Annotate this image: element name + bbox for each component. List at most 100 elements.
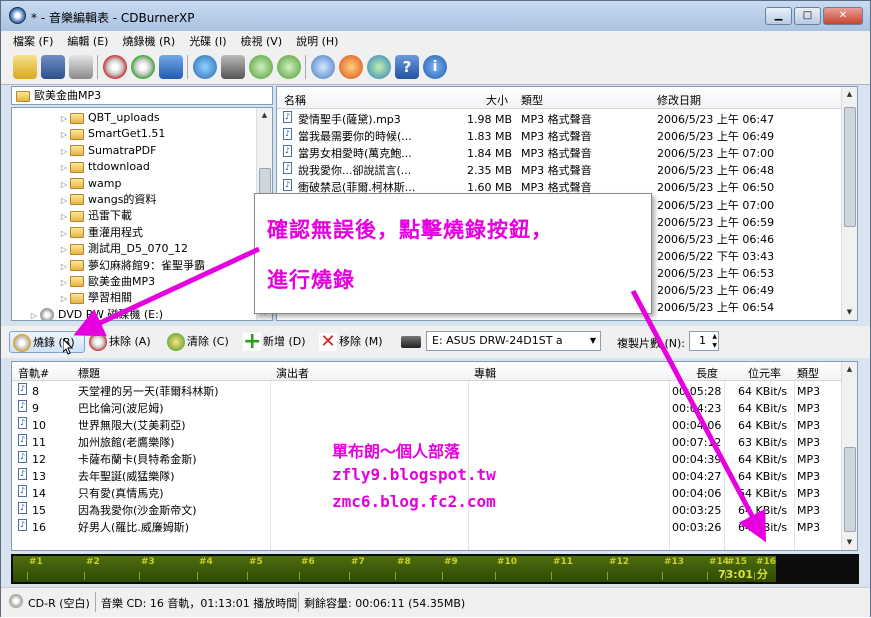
expand-arrow-icon[interactable]: ▷: [58, 291, 70, 307]
track-bitrate: 64 KBit/s: [738, 419, 788, 432]
column-album[interactable]: 專輯: [474, 365, 496, 381]
expand-arrow-icon[interactable]: ▷: [58, 127, 70, 143]
chevron-down-icon[interactable]: ▼: [590, 332, 596, 350]
folder-tree[interactable]: ▷ QBT_uploads ▷ SmartGet1.51 ▷ SumatraPDF ▷ ttd…: [11, 107, 273, 321]
column-track-number[interactable]: 音軌#: [18, 365, 49, 381]
column-size[interactable]: 大小: [486, 92, 508, 108]
menu-disc[interactable]: 光碟 (I): [182, 31, 233, 49]
eject-icon[interactable]: [221, 55, 245, 79]
scroll-down-icon[interactable]: ▼: [842, 535, 857, 550]
minimize-button[interactable]: ▁: [765, 7, 792, 25]
erase-button[interactable]: 抹除 (A): [89, 331, 151, 353]
track-row[interactable]: ♪ 16 好男人(羅比.威廉姆斯) 00:03:26 64 KBit/s MP3: [12, 519, 842, 536]
file-list-scrollbar[interactable]: ▲ ▼: [841, 87, 857, 320]
expand-arrow-icon[interactable]: ▷: [58, 209, 70, 225]
track-marker-label: #10: [497, 557, 518, 567]
column-type[interactable]: 類型: [521, 92, 543, 108]
expand-arrow-icon[interactable]: ▷: [58, 111, 70, 127]
tree-item[interactable]: ▷ 歐美金曲MP3: [58, 274, 272, 290]
scroll-up-icon[interactable]: ▲: [842, 87, 857, 102]
expand-arrow-icon[interactable]: ▷: [58, 144, 70, 160]
tree-item[interactable]: ▷ wangs的資料: [58, 192, 272, 208]
menu-file[interactable]: 檔案 (F): [1, 31, 60, 49]
track-list-scrollbar[interactable]: ▲ ▼: [841, 362, 857, 550]
tree-item[interactable]: ▷ 迅雷下載: [58, 208, 272, 224]
expand-arrow-icon[interactable]: ▷: [58, 226, 70, 242]
tree-item[interactable]: ▷ wamp: [58, 176, 272, 192]
expand-arrow-icon[interactable]: ▷: [58, 275, 70, 291]
burn-button[interactable]: 燒錄 (B): [9, 331, 85, 353]
tree-item[interactable]: ▷ 夢幻麻將館9：雀聖爭霸: [58, 258, 272, 274]
settings-gear-icon[interactable]: [311, 55, 335, 79]
finalize-disc-icon[interactable]: [131, 55, 155, 79]
folder-icon: [70, 161, 84, 173]
menu-help[interactable]: 說明 (H): [289, 31, 345, 49]
close-button[interactable]: ✕: [823, 7, 863, 25]
new-compilation-icon[interactable]: [13, 55, 37, 79]
tree-item[interactable]: ▷ 測試用_D5_070_12: [58, 241, 272, 257]
maximize-button[interactable]: □: [794, 7, 821, 25]
file-row[interactable]: ♪ 當我最需要你的時候(... 1.83 MB MP3 格式聲音 2006/5/23 上…: [277, 128, 857, 145]
up-arrow-icon[interactable]: [277, 55, 301, 79]
column-date[interactable]: 修改日期: [657, 92, 701, 108]
help-icon[interactable]: ?: [395, 55, 419, 79]
expand-arrow-icon[interactable]: ▷: [58, 160, 70, 176]
cd-icon: [9, 594, 23, 608]
menu-edit[interactable]: 編輯 (E): [60, 31, 115, 49]
tree-item[interactable]: ▷ SmartGet1.51: [58, 126, 272, 142]
info-icon[interactable]: i: [423, 55, 447, 79]
track-bitrate: 64 KBit/s: [738, 453, 788, 466]
track-row[interactable]: ♪ 10 世界無限大(艾美莉亞) 00:04:06 64 KBit/s MP3: [12, 417, 842, 434]
refresh-icon[interactable]: [193, 55, 217, 79]
tree-item[interactable]: ▷ QBT_uploads: [58, 110, 272, 126]
drive-select[interactable]: E: ASUS DRW-24D1ST a ▼: [426, 331, 601, 351]
folder-icon: [70, 178, 84, 190]
column-bitrate[interactable]: 位元率: [748, 365, 781, 381]
file-date: 2006/5/23 上午 07:00: [657, 147, 775, 161]
disc-info-icon[interactable]: [159, 55, 183, 79]
scroll-down-icon[interactable]: ▼: [842, 305, 857, 320]
cd-app-icon[interactable]: [9, 7, 26, 24]
web-icon[interactable]: [339, 55, 363, 79]
file-row[interactable]: ♪ 說我愛你...卻說謊言(... 2.35 MB MP3 格式聲音 2006/5/23…: [277, 162, 857, 179]
add-button[interactable]: + 新增 (D): [243, 331, 306, 353]
column-title[interactable]: 標題: [78, 365, 100, 381]
copies-spinner[interactable]: 1 ▲ ▼: [689, 331, 719, 351]
track-row[interactable]: ♪ 8 天堂裡的另一天(菲爾科林斯) 00:05:28 64 KBit/s MP3: [12, 383, 842, 400]
print-icon[interactable]: [69, 55, 93, 79]
file-row[interactable]: ♪ 愛情聖手(薩黛).mp3 1.98 MB MP3 格式聲音 2006/5/23 上午…: [277, 111, 857, 128]
spinner-arrows-icon[interactable]: ▲ ▼: [712, 332, 717, 350]
clear-button[interactable]: 清除 (C): [167, 331, 229, 353]
expand-arrow-icon[interactable]: ▷: [58, 193, 70, 209]
expand-arrow-icon[interactable]: ▷: [58, 242, 70, 258]
column-name[interactable]: 名稱: [284, 92, 306, 108]
expand-arrow-icon[interactable]: ▷: [58, 177, 70, 193]
erase-disc-icon[interactable]: [103, 55, 127, 79]
scroll-thumb[interactable]: [844, 447, 856, 532]
expand-arrow-icon[interactable]: ▷: [58, 259, 70, 275]
save-icon[interactable]: [41, 55, 65, 79]
column-type[interactable]: 類型: [797, 365, 819, 381]
column-length[interactable]: 長度: [696, 365, 718, 381]
scroll-up-icon[interactable]: ▲: [842, 362, 857, 377]
folder-selector[interactable]: 歐美金曲MP3: [11, 86, 273, 105]
scroll-up-icon[interactable]: ▲: [257, 108, 272, 123]
remove-button[interactable]: ✕ 移除 (M): [319, 331, 383, 353]
file-row[interactable]: ♪ 當男女相愛時(萬克鮑... 1.84 MB MP3 格式聲音 2006/5/23 上…: [277, 145, 857, 162]
column-artist[interactable]: 演出者: [276, 365, 309, 381]
tree-item[interactable]: ▷ 重灌用程式: [58, 225, 272, 241]
tree-item[interactable]: ▷ SumatraPDF: [58, 143, 272, 159]
menu-view[interactable]: 檢視 (V): [234, 31, 290, 49]
search-globe-icon[interactable]: [367, 55, 391, 79]
track-title: 卡薩布蘭卡(貝特希金斯): [78, 453, 197, 466]
tree-item[interactable]: ▷ 學習相關: [58, 290, 272, 306]
menu-recorder[interactable]: 燒錄機 (R): [115, 31, 182, 49]
track-row[interactable]: ♪ 9 巴比倫河(波尼姆) 00:04:23 64 KBit/s MP3: [12, 400, 842, 417]
expand-arrow-icon[interactable]: ▷: [28, 308, 40, 320]
tree-item[interactable]: ▷ DVD RW 磁碟機 (E:): [28, 307, 272, 320]
tree-item[interactable]: ▷ ttdownload: [58, 159, 272, 175]
down-arrow-icon[interactable]: [249, 55, 273, 79]
track-number: 8: [32, 385, 39, 398]
track-marker-label: #9: [444, 557, 458, 567]
scroll-thumb[interactable]: [844, 107, 856, 227]
